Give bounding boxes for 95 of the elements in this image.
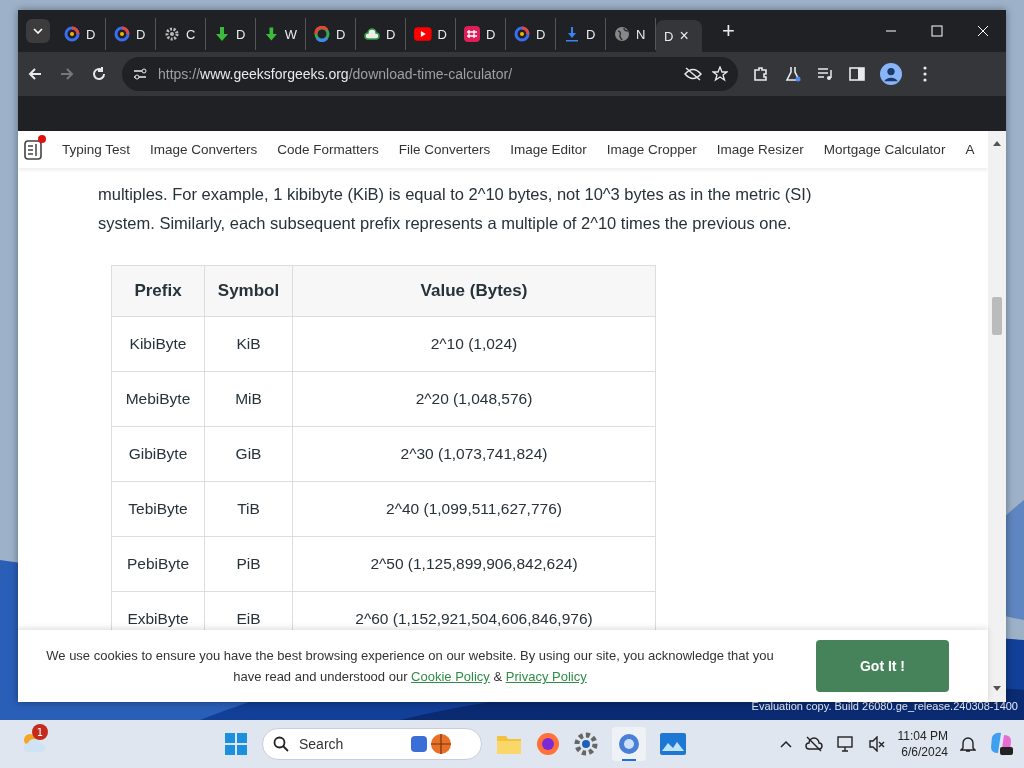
nav-link[interactable]: Image Resizer [716, 142, 804, 157]
table-cell: 2^20 (1,048,576) [292, 371, 656, 427]
browser-tab[interactable]: D × [656, 20, 702, 52]
table-cell: PiB [204, 536, 293, 592]
table-cell: GibiByte [111, 426, 205, 482]
browser-tab[interactable]: W [256, 18, 306, 50]
side-panel-icon[interactable] [848, 65, 866, 83]
table-cell: GiB [204, 426, 293, 482]
bell-icon[interactable] [960, 735, 976, 753]
media-icon[interactable] [816, 65, 834, 83]
copilot-icon[interactable] [988, 731, 1014, 757]
table-cell: TebiByte [111, 481, 205, 537]
browser-tab[interactable]: C [156, 18, 206, 50]
star-icon[interactable] [712, 66, 728, 82]
browser-tab[interactable]: D [56, 18, 106, 50]
maximize-icon[interactable] [931, 25, 943, 37]
close-tab-button[interactable]: × [679, 27, 689, 45]
eye-slash-icon[interactable] [684, 67, 702, 81]
volume-muted-icon[interactable] [867, 736, 886, 752]
address-bar[interactable]: https://www.geeksforgeeks.org/download-time-calculator/ [122, 57, 738, 91]
reload-icon[interactable] [90, 65, 108, 83]
start-icon[interactable] [224, 732, 248, 756]
hash-icon [464, 26, 480, 42]
nav-link[interactable]: Image Cropper [606, 142, 697, 157]
arrow-down-icon [214, 26, 230, 42]
nav-link[interactable]: Code Formatters [277, 142, 379, 157]
browser-tab[interactable]: D [206, 18, 256, 50]
site-settings-icon[interactable] [132, 66, 148, 82]
column-header: Symbol [204, 265, 293, 317]
notification-badge: 1 [32, 724, 48, 740]
table-cell: TiB [204, 481, 293, 537]
nav-link[interactable]: Image Editor [510, 142, 587, 157]
profile-icon[interactable] [880, 63, 902, 85]
url-text: https://www.geeksforgeeks.org/download-time-calculator/ [158, 66, 514, 82]
table-cell: MiB [204, 371, 293, 427]
table-cell: MebiByte [111, 371, 205, 427]
network-icon[interactable] [835, 736, 856, 752]
taskbar-search-field[interactable]: Search [262, 728, 482, 760]
ring-icon [514, 26, 530, 42]
nav-link[interactable]: Image Converters [150, 142, 258, 157]
browser-tab[interactable]: D [456, 18, 506, 50]
notes-icon[interactable] [24, 139, 42, 160]
table-cell: 2^10 (1,024) [292, 316, 656, 372]
ring-icon [314, 26, 330, 42]
ring-icon [64, 26, 80, 42]
table-cell: 2^50 (1,125,899,906,842,624) [292, 536, 656, 592]
new-tab-button[interactable]: + [718, 18, 739, 44]
cookie-policy-link[interactable]: Cookie Policy [411, 669, 490, 684]
cookie-text: We use cookies to ensure you have the best browsing experience on our website. By using our site, you acknowledge that you have read and understood our Cookie Policy & Privacy Policy [45, 647, 775, 686]
column-header: Value (Bytes) [292, 265, 656, 317]
cloud-off-icon[interactable] [803, 736, 824, 752]
clock-date[interactable]: 6/6/2024 [897, 744, 948, 760]
ball-icon [409, 733, 453, 755]
table-cell: 2^30 (1,073,741,824) [292, 426, 656, 482]
notification-dot [38, 135, 46, 143]
chevron-up-icon[interactable] [779, 740, 792, 748]
table-cell: KibiByte [111, 316, 205, 372]
table-cell: 2^40 (1,099,511,627,776) [292, 481, 656, 537]
cloud-icon [364, 26, 380, 42]
column-header: Prefix [111, 265, 205, 317]
table-cell: PebiByte [111, 536, 205, 592]
photo-app-icon[interactable] [660, 733, 686, 755]
nav-link[interactable]: A [965, 142, 975, 157]
ring-icon [114, 26, 130, 42]
nav-link[interactable]: Typing Test [62, 142, 131, 157]
paragraph-line: multiples. For example, 1 kibibyte (KiB) is equal to 2^10 bytes, not 10^3 bytes as in the metric (SI) [98, 184, 813, 205]
download-icon [564, 26, 580, 42]
caret-icon [33, 28, 43, 34]
nav-link[interactable]: Mortgage Calculator [823, 142, 946, 157]
privacy-policy-link[interactable]: Privacy Policy [505, 669, 587, 684]
browser-tab[interactable]: D [106, 18, 156, 50]
paragraph-line: system. Similarly, each subsequent prefix represents a multiple of 2^10 times the previous one. [98, 212, 793, 234]
clock-time[interactable]: 11:04 PM [897, 728, 948, 744]
search-input[interactable]: Search [297, 735, 401, 753]
puzzle-icon[interactable] [752, 65, 770, 83]
flask-icon[interactable] [784, 65, 802, 83]
play-icon [414, 27, 432, 41]
browser-icon[interactable] [536, 732, 560, 756]
browser-tab[interactable]: D [306, 18, 356, 50]
table-cell: KiB [204, 316, 293, 372]
arrow-down-icon [264, 26, 279, 42]
gear-icon[interactable] [574, 732, 598, 756]
browser-tab[interactable]: D [556, 18, 606, 50]
globe-icon [614, 26, 630, 42]
nav-link[interactable]: File Converters [398, 142, 491, 157]
search-icon [273, 736, 289, 752]
watermark-text: Evaluation copy. Build 26080.ge_release.240308-1400 [751, 700, 1018, 712]
chrome-icon[interactable] [612, 727, 646, 761]
browser-tab[interactable]: D [506, 18, 556, 50]
gear-icon [164, 26, 180, 42]
accept-cookies-button[interactable]: Got It ! [816, 640, 949, 692]
browser-tab[interactable]: D [406, 18, 456, 50]
tab-search-button[interactable] [26, 19, 50, 43]
browser-tab[interactable]: D [356, 18, 406, 50]
close-icon[interactable] [977, 25, 989, 37]
